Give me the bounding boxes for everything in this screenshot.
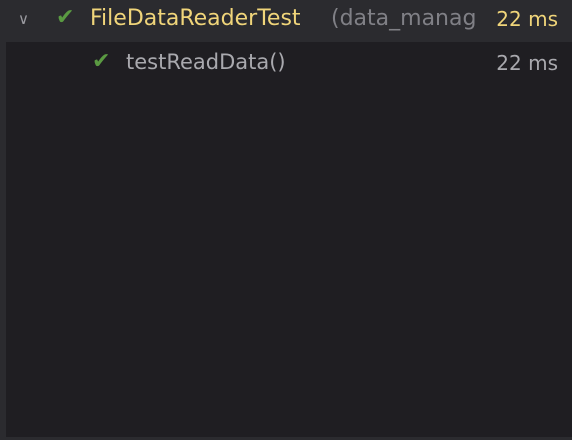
check-icon: ✔	[92, 49, 111, 74]
suite-time: 22 ms	[496, 7, 558, 31]
check-icon: ✔	[56, 5, 75, 30]
test-time: 22 ms	[496, 51, 558, 75]
suite-package: (data_manag	[331, 6, 477, 31]
chevron-down-icon[interactable]: ∨	[18, 10, 29, 28]
test-suite-row[interactable]: ∨ ✔ FileDataReaderTest (data_manag 22 ms	[0, 0, 572, 40]
test-row[interactable]: ✔ testReadData() 22 ms	[6, 44, 572, 84]
test-name: testReadData()	[126, 50, 286, 74]
test-tree-panel	[6, 42, 572, 437]
suite-name: FileDataReaderTest	[90, 6, 301, 31]
